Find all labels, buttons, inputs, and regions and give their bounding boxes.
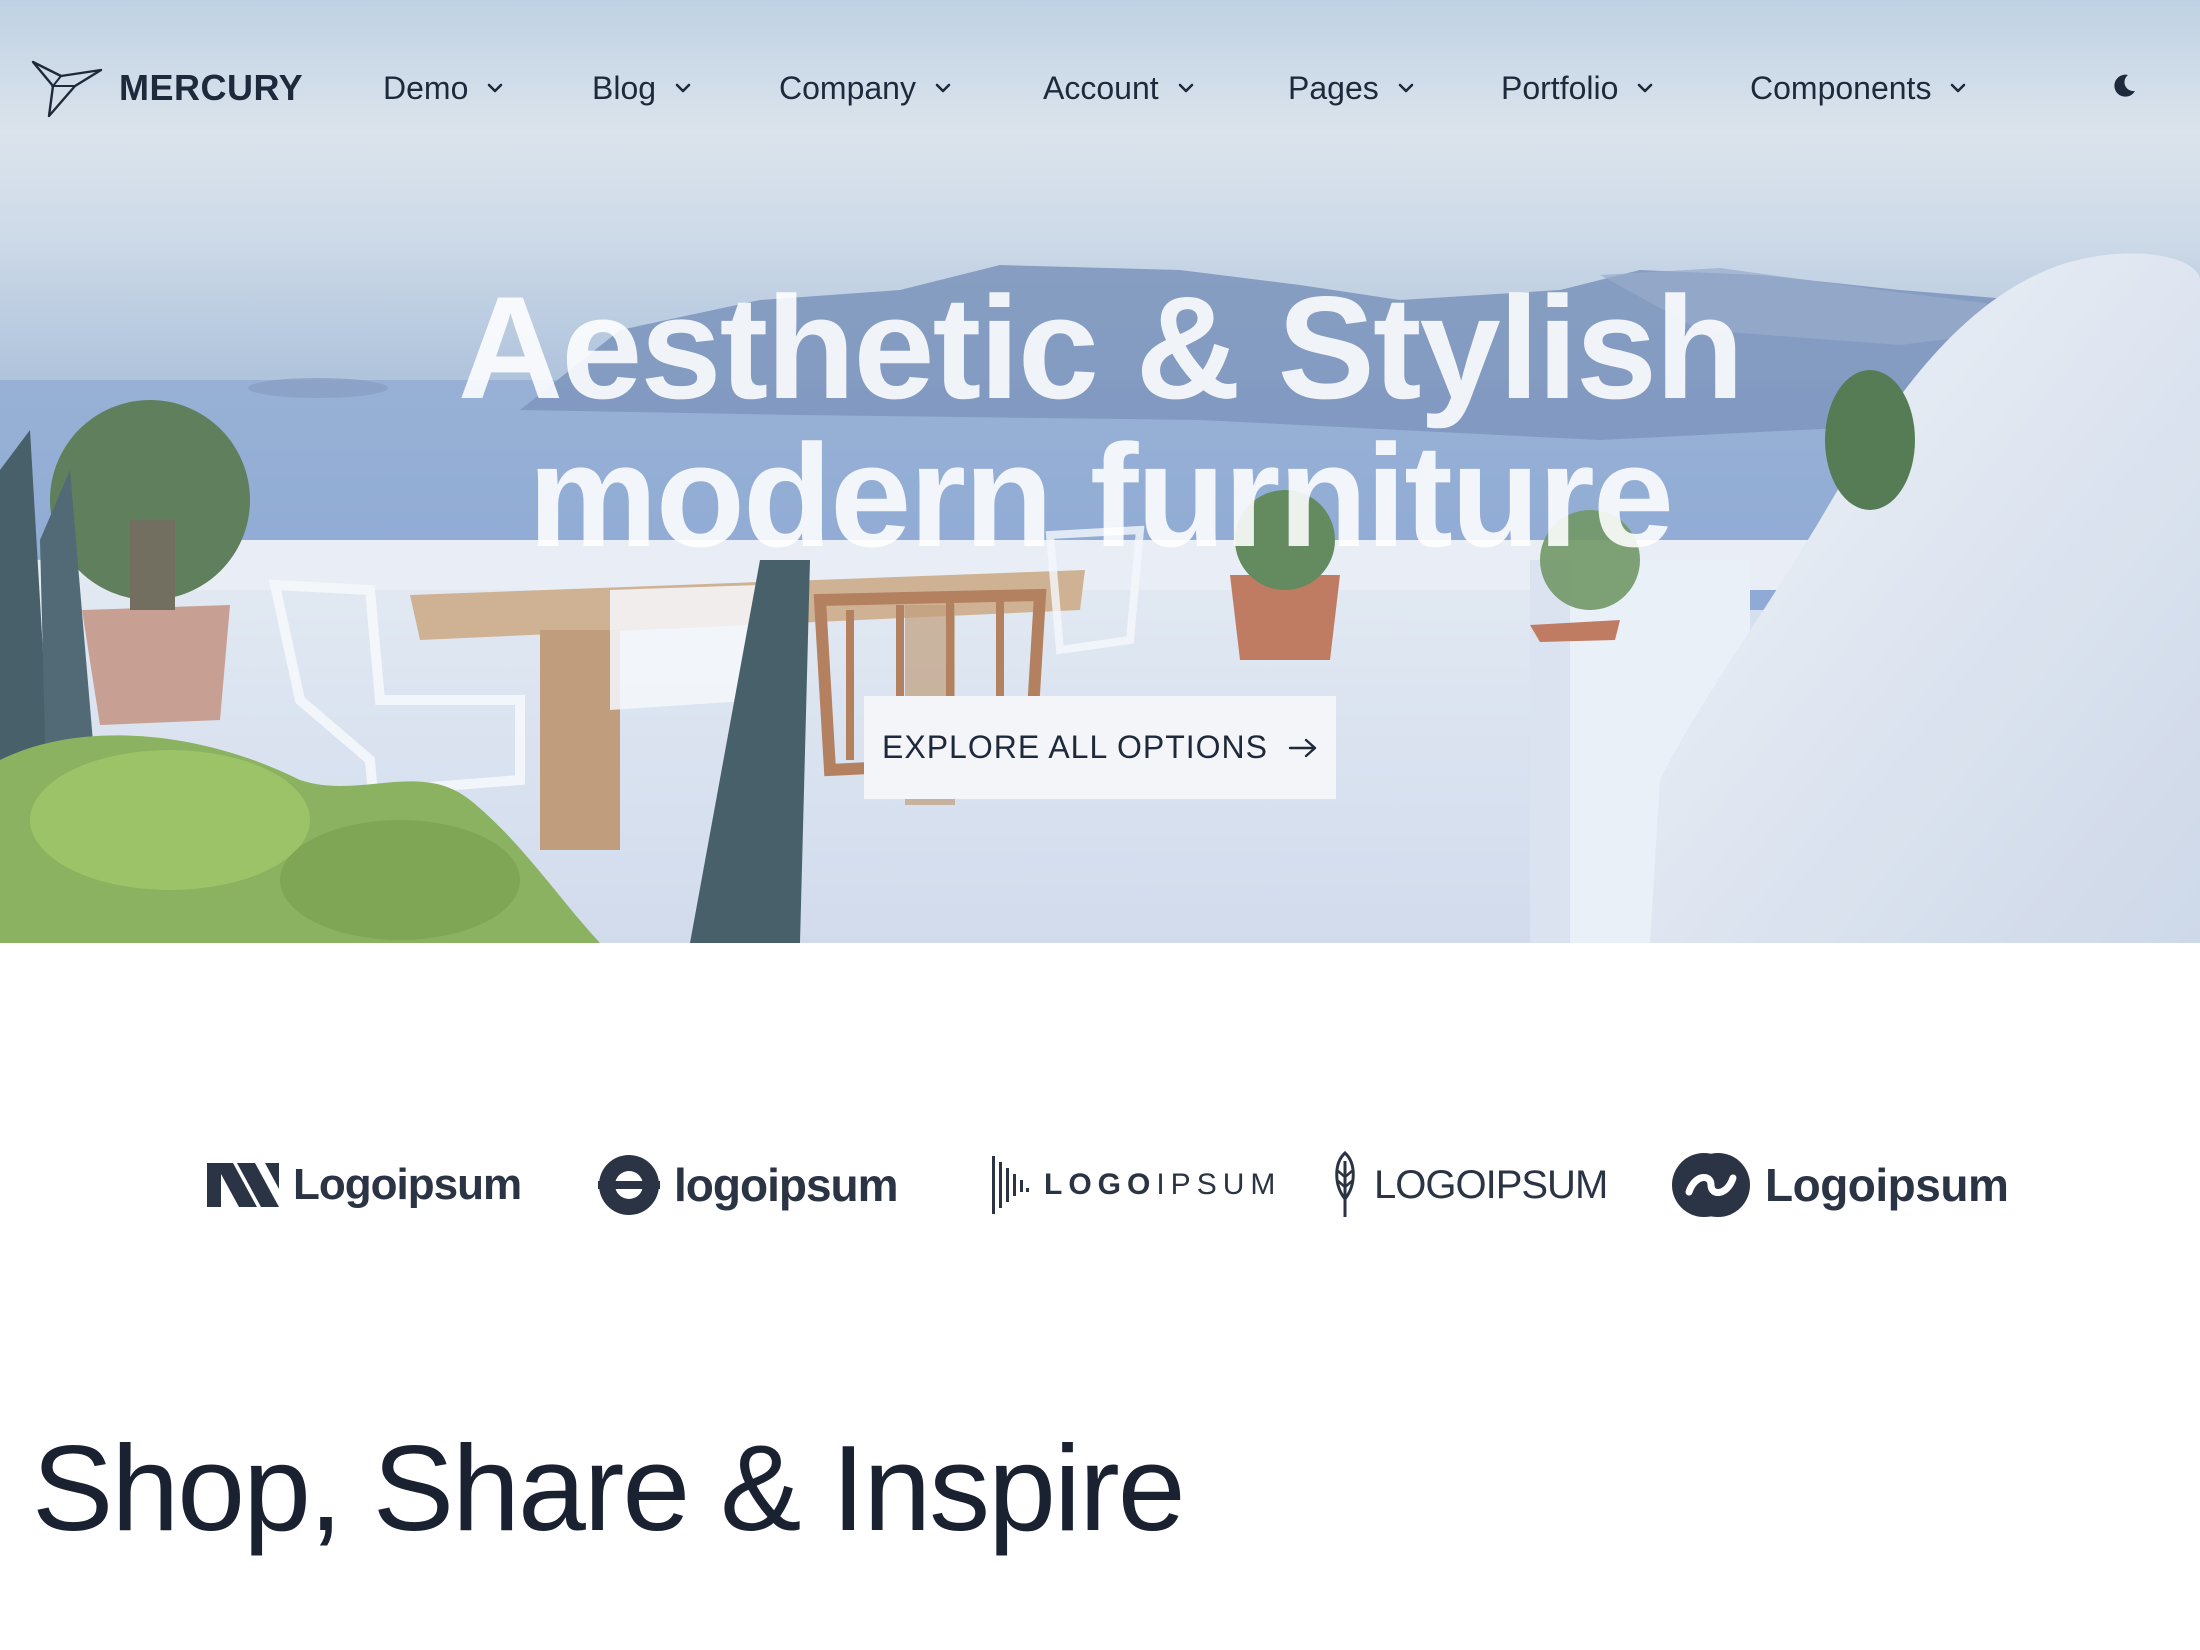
brand-name: MERCURY — [119, 67, 304, 108]
partner-logo-4: LOGOIPSUM — [1330, 1130, 1608, 1240]
nav-item-company[interactable]: Company — [779, 62, 954, 114]
leaf-logo-icon — [1335, 1151, 1355, 1217]
logo-text: logoipsum — [674, 1159, 899, 1211]
partner-logos: Logoipsum logoipsum LOGOIPSUM LOGOIPSUM — [0, 1130, 2200, 1240]
nav-item-components[interactable]: Components — [1750, 62, 1969, 114]
hero-title-line-2: modern furniture — [527, 414, 1674, 577]
paper-bird-logo-icon — [31, 60, 103, 118]
partner-logo-3: LOGOIPSUM — [990, 1130, 1281, 1240]
hero-banner: MERCURY Demo Blog Company Account Pages … — [0, 0, 2200, 943]
chevron-down-icon — [1638, 83, 1653, 93]
explore-all-options-button[interactable]: EXPLORE ALL OPTIONS — [864, 696, 1336, 799]
nav-item-pages[interactable]: Pages — [1288, 62, 1417, 114]
partner-logo-2: logoipsum — [598, 1130, 899, 1240]
logo-text: Logoipsum — [293, 1160, 522, 1209]
chevron-down-icon — [488, 83, 503, 93]
logo-text: Logoipsum — [1765, 1159, 2009, 1211]
partner-logo-1: Logoipsum — [207, 1130, 522, 1240]
hero-title: Aesthetic & Stylish modern furniture — [200, 274, 2000, 570]
chevron-down-icon — [1178, 83, 1193, 93]
section-title: Shop, Share & Inspire — [32, 1420, 1186, 1556]
nav-item-label: Portfolio — [1501, 69, 1619, 106]
chevron-down-icon — [1398, 83, 1414, 93]
nav-item-label: Account — [1043, 69, 1159, 106]
swirl-logo-icon — [1672, 1153, 1750, 1217]
moon-icon[interactable] — [2108, 70, 2140, 102]
ring-logo-icon — [598, 1155, 660, 1215]
cta-label: EXPLORE ALL OPTIONS — [882, 729, 1268, 765]
logo-text: LOGOIPSUM — [1374, 1162, 1608, 1207]
bars-logo-icon — [992, 1156, 1029, 1214]
top-navigation: MERCURY Demo Blog Company Account Pages … — [0, 0, 2200, 178]
partner-logo-5: Logoipsum — [1671, 1130, 2009, 1240]
nav-item-account[interactable]: Account — [1043, 62, 1197, 114]
nav-item-label: Pages — [1288, 69, 1379, 106]
chevron-down-icon — [675, 83, 691, 93]
nav-item-blog[interactable]: Blog — [592, 62, 694, 114]
stripes-logo-icon — [207, 1163, 279, 1207]
nav-item-label: Blog — [592, 69, 657, 106]
nav-item-label: Components — [1750, 69, 1932, 106]
hero-title-line-1: Aesthetic & Stylish — [457, 266, 1744, 429]
nav-item-portfolio[interactable]: Portfolio — [1501, 62, 1656, 114]
arrow-right-icon — [1288, 738, 1317, 757]
nav-item-label: Demo — [383, 69, 469, 106]
nav-item-label: Company — [779, 69, 916, 106]
chevron-down-icon — [935, 83, 951, 93]
chevron-down-icon — [1951, 83, 1966, 93]
brand[interactable]: MERCURY — [31, 56, 303, 120]
logo-text-light: IPSUM — [1156, 1168, 1282, 1201]
logo-text: LOGOIPSUM — [1044, 1168, 1281, 1202]
logo-text-bold: LOGO — [1044, 1168, 1157, 1201]
nav-item-demo[interactable]: Demo — [383, 62, 506, 114]
